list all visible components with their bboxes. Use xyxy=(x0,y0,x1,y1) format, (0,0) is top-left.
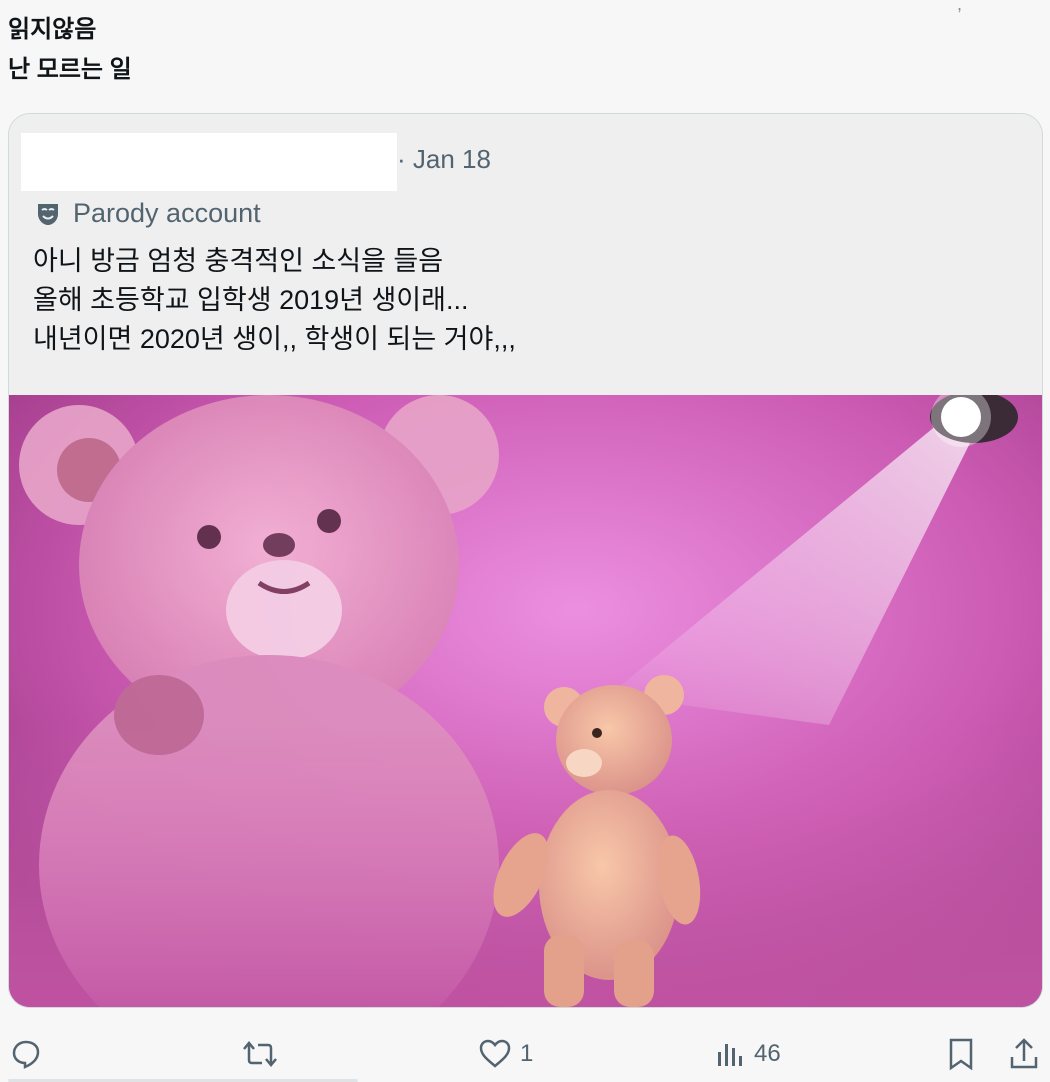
views-button[interactable]: 46 xyxy=(714,1030,781,1078)
quoted-tweet-body: 아니 방금 엄청 충격적인 소식을 들음 올해 초등학교 입학생 2019년 생… xyxy=(33,242,516,359)
parody-label-text: Parody account xyxy=(73,198,261,228)
quote-line-2: 올해 초등학교 입학생 2019년 생이래... xyxy=(33,285,469,315)
quoted-tweet-card[interactable]: · Jan 18 Parody account 아니 방금 엄청 충격적인 소식… xyxy=(8,113,1043,1008)
heart-icon xyxy=(478,1038,512,1070)
parody-label: Parody account xyxy=(35,198,261,229)
quoted-tweet-header: · Jan 18 Parody account 아니 방금 엄청 충격적인 소식… xyxy=(9,114,1042,395)
like-count: 1 xyxy=(520,1040,534,1067)
like-button[interactable]: 1 xyxy=(478,1030,533,1078)
views-icon xyxy=(714,1038,746,1070)
tweet-text: 읽지않음 난 모르는 일 xyxy=(8,10,132,90)
reply-button[interactable] xyxy=(10,1030,42,1078)
corner-mark: , xyxy=(956,0,962,14)
parody-mask-icon xyxy=(35,201,61,227)
bookmark-button[interactable] xyxy=(946,1030,976,1078)
reply-icon xyxy=(10,1038,42,1070)
tweet-line-1: 읽지않음 xyxy=(8,16,97,43)
quote-line-1: 아니 방금 엄청 충격적인 소식을 들음 xyxy=(33,246,444,276)
quoted-tweet-image[interactable] xyxy=(9,395,1042,1007)
quote-line-3: 내년이면 2020년 생이,, 학생이 되는 거야,,, xyxy=(33,324,516,354)
retweet-button[interactable] xyxy=(242,1030,278,1078)
retweet-icon xyxy=(242,1038,278,1070)
share-icon xyxy=(1008,1037,1040,1071)
tweet-actions-bar: 1 46 xyxy=(0,1030,1050,1082)
share-button[interactable] xyxy=(1008,1030,1040,1078)
redacted-author xyxy=(21,133,397,191)
tweet-line-2: 난 모르는 일 xyxy=(8,56,132,83)
quoted-tweet-date[interactable]: · Jan 18 xyxy=(397,144,491,175)
bookmark-icon xyxy=(946,1037,976,1071)
views-count: 46 xyxy=(754,1040,781,1067)
